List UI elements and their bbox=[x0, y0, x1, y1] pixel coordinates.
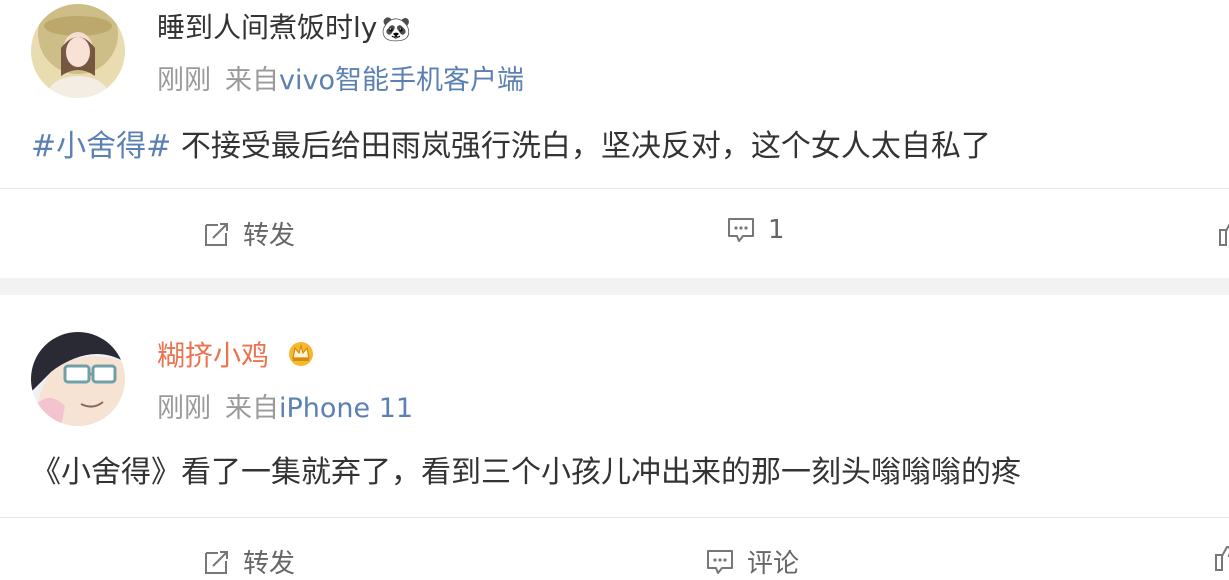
weibo-post: 糊挤小鸡 刚刚 来自iPhone 11 《小舍得》看了一集就弃了，看到三个小孩儿冲… bbox=[0, 295, 1229, 579]
username[interactable]: 糊挤小鸡 bbox=[157, 338, 316, 376]
like-button[interactable] bbox=[1216, 220, 1229, 246]
hashtag-link[interactable]: #小舍得# bbox=[31, 129, 171, 164]
comment-button[interactable]: 1 bbox=[726, 215, 785, 245]
divider bbox=[0, 188, 1229, 189]
post-time: 刚刚 bbox=[157, 65, 211, 96]
post-meta: 刚刚 来自vivo智能手机客户端 bbox=[157, 63, 524, 99]
repost-button[interactable]: 转发 bbox=[203, 543, 295, 580]
repost-label: 转发 bbox=[243, 221, 296, 251]
divider bbox=[0, 517, 1229, 518]
post-source[interactable]: iPhone 11 bbox=[279, 393, 413, 424]
source-prefix: 来自 bbox=[225, 65, 279, 96]
thumbs-up-icon bbox=[1212, 545, 1229, 571]
repost-button[interactable]: 转发 bbox=[203, 215, 295, 252]
vip-crown-icon bbox=[286, 339, 316, 376]
repost-icon bbox=[203, 220, 231, 248]
like-button[interactable] bbox=[1212, 545, 1229, 571]
avatar[interactable] bbox=[31, 332, 125, 426]
panda-emoji-icon: 🐼 bbox=[381, 15, 412, 43]
post-time: 刚刚 bbox=[157, 393, 211, 424]
post-content: 《小舍得》看了一集就弃了，看到三个小孩儿冲出来的那一刻头嗡嗡嗡的疼 bbox=[31, 453, 1021, 493]
weibo-post: 睡到人间煮饭时ly 🐼 刚刚 来自vivo智能手机客户端 #小舍得# 不接受最后给田… bbox=[0, 0, 1229, 278]
post-text: 不接受最后给田雨岚强行洗白，坚决反对，这个女人太自私了 bbox=[171, 129, 991, 164]
username-text[interactable]: 糊挤小鸡 bbox=[157, 339, 269, 372]
username[interactable]: 睡到人间煮饭时ly 🐼 bbox=[157, 10, 411, 47]
username-text[interactable]: 睡到人间煮饭时ly bbox=[157, 11, 377, 44]
post-text: 《小舍得》看了一集就弃了，看到三个小孩儿冲出来的那一刻头嗡嗡嗡的疼 bbox=[31, 455, 1021, 490]
comment-label: 评论 bbox=[747, 549, 800, 579]
comment-icon bbox=[705, 548, 735, 576]
post-meta: 刚刚 来自iPhone 11 bbox=[157, 391, 413, 427]
thumbs-up-icon bbox=[1216, 220, 1229, 246]
repost-label: 转发 bbox=[243, 549, 296, 579]
comment-icon bbox=[726, 216, 756, 244]
feed-separator bbox=[0, 278, 1229, 295]
repost-icon bbox=[203, 548, 231, 576]
post-source[interactable]: vivo智能手机客户端 bbox=[279, 65, 524, 96]
post-content: #小舍得# 不接受最后给田雨岚强行洗白，坚决反对，这个女人太自私了 bbox=[31, 127, 991, 167]
avatar[interactable] bbox=[31, 4, 125, 98]
comment-button[interactable]: 评论 bbox=[705, 543, 799, 580]
source-prefix: 来自 bbox=[225, 393, 279, 424]
comment-count: 1 bbox=[768, 215, 785, 245]
